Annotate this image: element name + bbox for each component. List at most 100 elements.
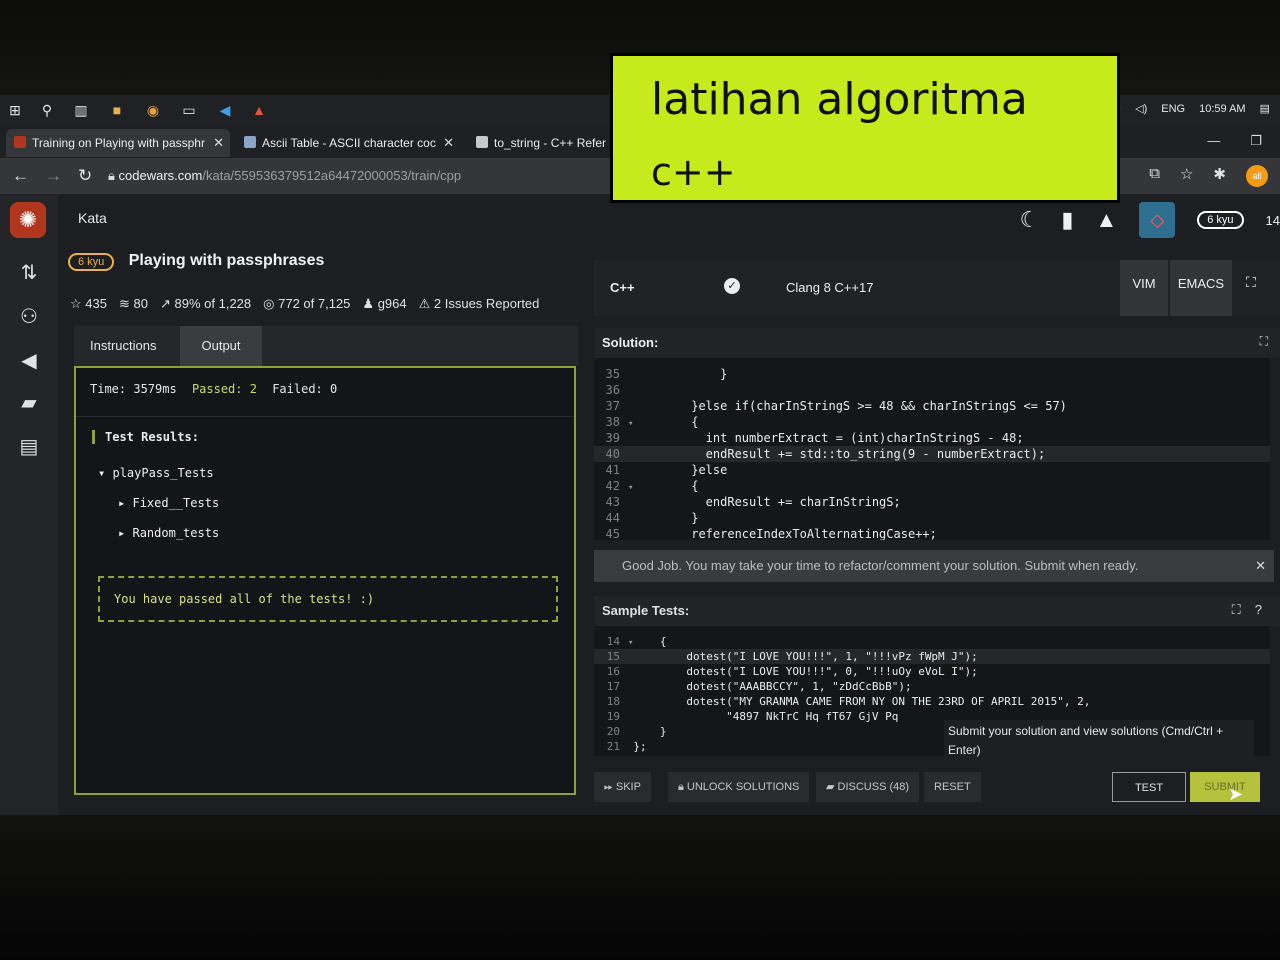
code-line[interactable]: 17 dotest("AAABBCCY", 1, "zDdCcBbB"); [594, 679, 1270, 694]
vim-mode-button[interactable]: VIM [1120, 260, 1168, 316]
divider [76, 416, 574, 417]
chat-icon[interactable]: ▰ [16, 390, 42, 416]
code-line[interactable]: 37 }else if(charInStringS >= 48 && charI… [594, 398, 1270, 414]
codewars-favicon-icon [14, 136, 26, 148]
code-line[interactable]: 15 dotest("I LOVE YOU!!!", 1, "!!!vPz fW… [594, 649, 1270, 664]
browser-tab-ascii[interactable]: Ascii Table - ASCII character coc ✕ [236, 129, 460, 157]
windows-start-icon[interactable]: ⊞ [6, 101, 24, 119]
caption-subtitle: c++ [651, 150, 736, 194]
unlock-solutions-button[interactable]: 🔒︎ UNLOCK SOLUTIONS [668, 772, 810, 802]
code-line[interactable]: 41 }else [594, 462, 1270, 478]
code-text: } [633, 511, 699, 525]
fullscreen-icon[interactable]: ⛶ [1246, 274, 1256, 291]
section-label[interactable]: Kata [78, 210, 107, 226]
extensions-icon[interactable]: ✱ [1213, 165, 1226, 187]
code-text: { [633, 415, 699, 429]
browser-tab-codewars[interactable]: Training on Playing with passphr ✕ [6, 129, 230, 157]
expand-icon[interactable]: ⛶ [1260, 334, 1268, 349]
line-number: 21 [606, 740, 620, 753]
codewars-logo-icon[interactable]: ✺ [10, 202, 46, 238]
user-icon: ♟ [362, 296, 375, 311]
translate-icon[interactable]: ⧉ [1149, 165, 1160, 187]
code-text: dotest("I LOVE YOU!!!", 0, "!!!uOy eVoL … [633, 665, 978, 678]
line-number: 40 [605, 447, 620, 461]
notification-icon[interactable]: ▤ [1260, 102, 1270, 115]
code-line[interactable]: 18 dotest("MY GRANMA CAME FROM NY ON THE… [594, 694, 1270, 709]
tab-output[interactable]: Output [180, 326, 262, 366]
code-line[interactable]: 43 endResult += charInStringS; [594, 494, 1270, 510]
code-line[interactable]: 36 [594, 382, 1270, 398]
terminal-icon[interactable]: ▭ [180, 101, 198, 119]
docs-icon[interactable]: ▤ [16, 434, 42, 460]
reset-button[interactable]: RESET [924, 772, 981, 802]
restore-icon[interactable]: ❐ [1250, 133, 1262, 149]
skip-icon: ⏩︎ [604, 781, 613, 793]
tab-instructions[interactable]: Instructions [90, 326, 156, 366]
code-line[interactable]: 44 } [594, 510, 1270, 526]
bookmark-star-icon[interactable]: ☆ [1180, 165, 1193, 187]
code-line[interactable]: 35 } [594, 366, 1270, 382]
issues-stat[interactable]: ⚠ 2 Issues Reported [419, 296, 540, 312]
help-icon[interactable]: ? [1255, 602, 1262, 618]
chrome-icon[interactable]: ◉ [144, 101, 162, 119]
back-arrow-icon[interactable]: ← [12, 166, 29, 186]
code-text: dotest("MY GRANMA CAME FROM NY ON THE 23… [633, 695, 1091, 708]
code-text: }else [633, 463, 728, 477]
line-number: 43 [605, 495, 620, 509]
line-number: 14 [606, 635, 620, 648]
code-line[interactable]: 42 ▾ { [594, 478, 1270, 494]
dark-mode-moon-icon[interactable]: ☾ [1020, 207, 1040, 233]
reload-icon[interactable]: ↻ [78, 166, 92, 186]
solution-editor[interactable]: 35 } 36 37 }else if(charInStringS >= 48 &… [594, 358, 1270, 540]
discuss-button[interactable]: ▰ DISCUSS (48) [816, 772, 920, 802]
clock[interactable]: 10:59 AM [1199, 103, 1245, 115]
emacs-mode-button[interactable]: EMACS [1170, 260, 1232, 316]
code-line[interactable]: 45 referenceIndexToAlternatingCase++; [594, 526, 1270, 540]
failed-count: Failed: 0 [272, 382, 338, 396]
cppreference-favicon-icon [476, 136, 488, 148]
language-indicator[interactable]: ENG [1161, 103, 1185, 115]
line-number: 18 [606, 695, 620, 708]
line-number: 16 [606, 665, 620, 678]
search-icon[interactable]: ⚲ [38, 101, 56, 119]
code-text: "4897 NkTrC Hq fT67 GjV Pq [633, 710, 899, 723]
community-icon[interactable]: ⚇ [16, 304, 42, 330]
compiler-select[interactable]: Clang 8 C++17 [786, 280, 873, 295]
user-avatar[interactable]: ◇ [1139, 202, 1176, 238]
skip-button[interactable]: ⏩︎ SKIP [594, 772, 651, 802]
close-tab-icon[interactable]: ✕ [443, 129, 454, 157]
forward-arrow-icon[interactable]: → [45, 166, 62, 186]
volume-icon[interactable]: ◁) [1135, 102, 1147, 115]
task-view-icon[interactable]: ▥ [72, 101, 90, 119]
announcements-icon[interactable]: ◀ [16, 348, 42, 374]
url-path: /kata/559536379512a64472000053/train/cpp [202, 168, 462, 183]
author-stat[interactable]: ♟ g964 [362, 296, 406, 312]
test-group-fixed[interactable]: ▸ Fixed__Tests [118, 496, 219, 510]
close-icon[interactable]: ✕ [1255, 550, 1266, 582]
language-select[interactable]: C++ [610, 280, 635, 295]
vscode-icon[interactable]: ◀ [216, 101, 234, 119]
warning-icon: ⚠ [418, 296, 431, 311]
app-icon[interactable]: ▲ [250, 101, 268, 119]
code-line[interactable]: 38 ▾ { [594, 414, 1270, 430]
collections-stat[interactable]: ≋ 80 [119, 296, 148, 312]
close-tab-icon[interactable]: ✕ [213, 129, 224, 157]
practice-icon[interactable]: ⇅ [16, 260, 42, 286]
code-line[interactable]: 14 ▾ { [594, 634, 1270, 649]
code-line[interactable]: 39 int numberExtract = (int)charInString… [594, 430, 1270, 446]
notifications-bell-icon[interactable]: ▲ [1095, 207, 1117, 233]
submit-button[interactable]: SUBMIT [1190, 772, 1260, 802]
code-line[interactable]: 16 dotest("I LOVE YOU!!!", 0, "!!!uOy eV… [594, 664, 1270, 679]
file-explorer-icon[interactable]: ■ [108, 101, 126, 119]
bookmark-icon[interactable]: ▮ [1061, 207, 1073, 233]
kata-stats: ☆ 435 ≋ 80 ↗ 89% of 1,228 ◎ 772 of 7,125… [70, 296, 539, 312]
profile-avatar[interactable]: all [1246, 165, 1268, 187]
code-line[interactable]: 40 endResult += std::to_string(9 - numbe… [594, 446, 1270, 462]
test-button[interactable]: TEST [1112, 772, 1186, 802]
stars-stat[interactable]: ☆ 435 [70, 296, 107, 312]
expand-icon[interactable]: ⛶ [1232, 602, 1241, 618]
browser-tab-cppreference[interactable]: to_string - C++ Refer [468, 129, 618, 157]
test-group-playpass[interactable]: ▾ playPass_Tests [98, 466, 214, 480]
minimize-icon[interactable]: — [1207, 133, 1220, 149]
test-group-random[interactable]: ▸ Random_tests [118, 526, 219, 540]
